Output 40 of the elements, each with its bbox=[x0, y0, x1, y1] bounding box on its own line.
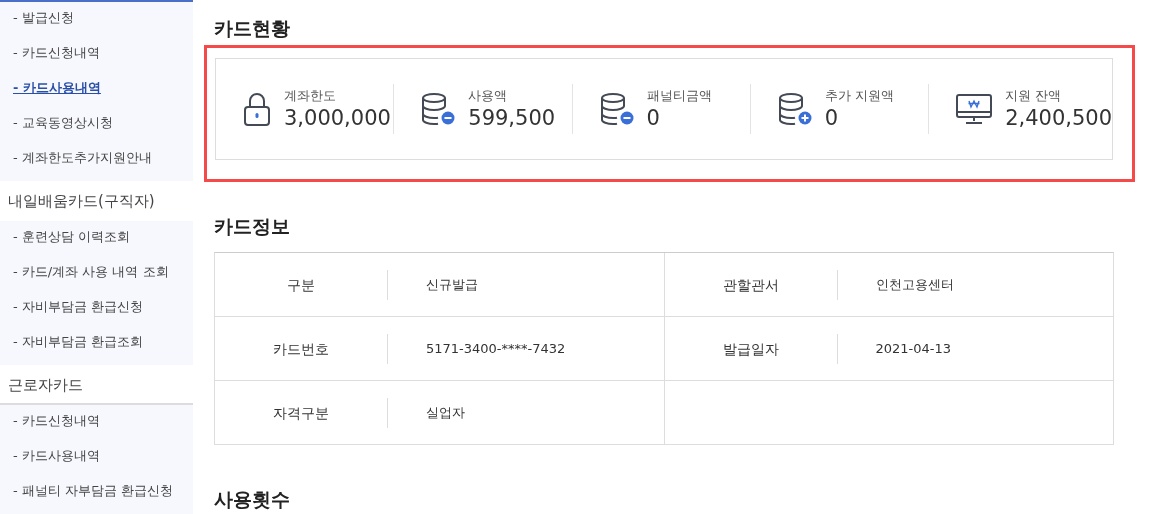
sidebar-item[interactable]: - 훈련상담 이력조회 bbox=[0, 221, 193, 256]
stat-value: 0 bbox=[824, 105, 840, 131]
stat-label: 사용액 bbox=[468, 87, 509, 105]
stat-value: 599,500 bbox=[468, 105, 556, 131]
sidebar-item[interactable]: - 계좌한도추가지원안내 bbox=[0, 142, 193, 177]
sidebar-item[interactable]: - 카드신청내역 bbox=[0, 37, 193, 72]
table-header-cell: 자격구분 bbox=[273, 404, 329, 421]
sidebar-item[interactable]: - 카드사용내역 bbox=[0, 72, 193, 107]
table-header-cell: 카드번호 bbox=[273, 340, 329, 357]
table-cell: 인천고용센터 bbox=[875, 276, 954, 292]
sidebar-item[interactable]: - 자비부담금 환급조회 bbox=[0, 326, 193, 361]
lock-icon bbox=[242, 92, 272, 126]
table-cell: 신규발급 bbox=[426, 276, 478, 292]
table-header-cell: 발급일자 bbox=[722, 340, 779, 357]
table-header-cell: 관할관서 bbox=[722, 276, 779, 293]
stat-label: 패널티금액 bbox=[646, 87, 712, 105]
sidebar-item[interactable]: - 발급신청 bbox=[0, 2, 193, 37]
stat-label: 지원 잔액 bbox=[1005, 87, 1063, 105]
stat-value: 2,400,500 bbox=[1005, 105, 1112, 131]
table-header-cell: 구분 bbox=[287, 276, 315, 293]
table-cell: 5171-3400-****-7432 bbox=[426, 341, 566, 356]
coin-stack-minus-icon bbox=[420, 92, 457, 126]
sidebar-item[interactable]: - 교육동영상시청 bbox=[0, 107, 193, 142]
table-cell: 실업자 bbox=[426, 404, 465, 420]
sidebar-item[interactable]: - 카드신청내역 bbox=[0, 405, 193, 440]
section-title: 카드현황 bbox=[214, 16, 291, 41]
table-cell: 2021-04-13 bbox=[875, 341, 952, 356]
coin-stack-minus-icon bbox=[598, 92, 635, 126]
sidebar-item[interactable]: - 자비부담금 환급신청 bbox=[0, 291, 193, 326]
section-title: 사용횟수 bbox=[214, 487, 291, 512]
sidebar-item[interactable]: - 카드/계좌 사용 내역 조회 bbox=[0, 256, 193, 291]
stat-label: 추가 지원액 bbox=[824, 87, 894, 105]
monitor-won-icon bbox=[955, 93, 994, 125]
stat-value: 3,000,000 bbox=[284, 105, 391, 131]
section-title: 카드정보 bbox=[214, 214, 291, 239]
coin-stack-plus-icon bbox=[776, 92, 813, 126]
sidebar-item[interactable]: - 패널티 자부담금 환급신청 bbox=[0, 475, 193, 510]
stat-label: 계좌한도 bbox=[284, 87, 337, 105]
stat-value: 0 bbox=[646, 105, 661, 131]
sidebar-item[interactable]: - 카드사용내역 bbox=[0, 440, 193, 475]
